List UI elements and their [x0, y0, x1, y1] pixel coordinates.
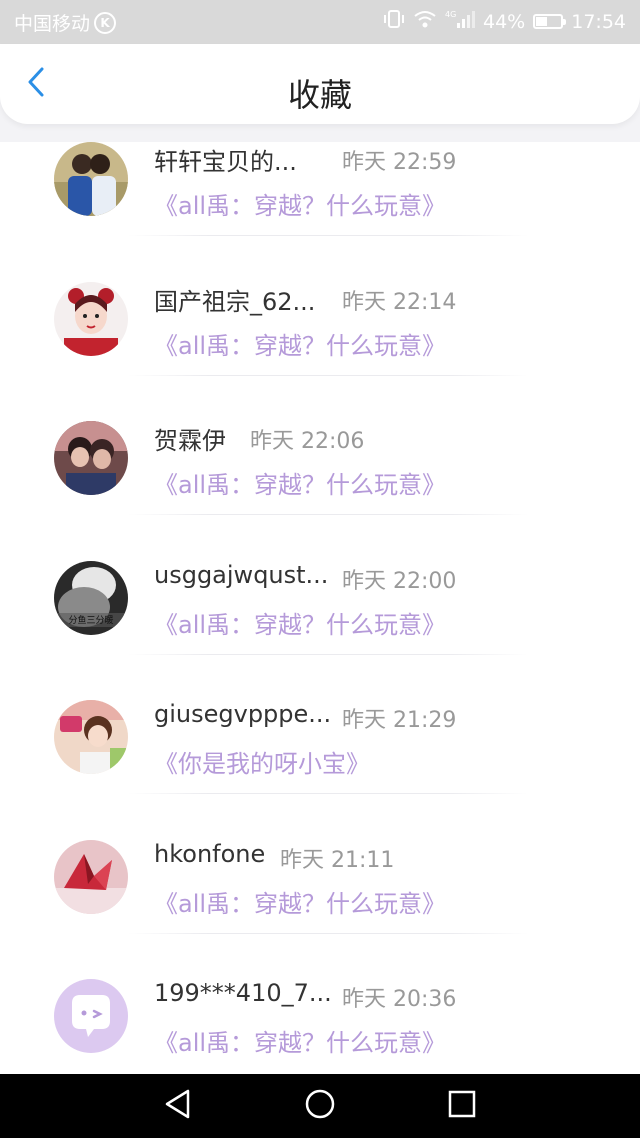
carrier-name: 中国移动 [14, 13, 91, 35]
header-card: 收藏 [0, 44, 640, 124]
signal-icon: 4G [445, 9, 475, 34]
avatar[interactable] [54, 281, 128, 356]
favorite-time: 昨天 21:29 [342, 708, 457, 733]
avatar-caption: 分鱼三分暖 [68, 614, 113, 626]
story-title[interactable]: 《all禹：穿越？什么玩意》 [154, 186, 446, 221]
vibrate-icon [383, 9, 405, 34]
list-item[interactable]: 分鱼三分暖 usggajwqust... 昨天 22:00 《all禹：穿越？什… [0, 560, 640, 701]
nav-recent-button[interactable] [446, 1090, 478, 1122]
avatar[interactable] [54, 839, 128, 914]
nav-back-button[interactable] [162, 1089, 194, 1123]
list-item[interactable]: 轩轩宝贝的... 昨天 22:59 《all禹：穿越？什么玩意》 [0, 142, 640, 282]
user-name: hkonfone [154, 839, 266, 868]
battery-percent: 44% [483, 10, 526, 33]
status-bar-right: 4G 44% 17:54 [383, 9, 626, 34]
avatar[interactable] [54, 979, 128, 1053]
status-time: 17:54 [571, 10, 626, 33]
nav-home-button[interactable] [304, 1088, 336, 1124]
user-name: usggajwqust... [154, 560, 329, 589]
avatar[interactable]: 分鱼三分暖 [54, 560, 128, 635]
divider [128, 514, 528, 515]
page-title: 收藏 [287, 76, 352, 114]
user-name: giusegvpppe... [154, 700, 332, 728]
network-type-label: 4G [445, 10, 456, 19]
user-name: 199***410_7... [154, 979, 332, 1007]
system-nav-bar [0, 1074, 640, 1138]
divider [128, 235, 528, 236]
battery-icon [533, 14, 567, 29]
user-name: 贺霖伊 [154, 427, 226, 455]
divider [128, 653, 528, 655]
triangle-back-icon [164, 1089, 192, 1123]
story-title[interactable]: 《你是我的呀小宝》 [154, 744, 370, 779]
favorite-time: 昨天 21:11 [280, 847, 395, 873]
user-name: 轩轩宝贝的... [154, 148, 297, 176]
story-title[interactable]: 《all禹：穿越？什么玩意》 [154, 1023, 446, 1058]
story-title[interactable]: 《all禹：穿越？什么玩意》 [154, 326, 446, 361]
list-item[interactable]: 贺霖伊 昨天 22:06 《all禹：穿越？什么玩意》 [0, 421, 640, 561]
list-item[interactable]: 199***410_7... 昨天 20:36 《all禹：穿越？什么玩意》 [0, 979, 640, 1074]
list-item[interactable]: giusegvpppe... 昨天 21:29 《你是我的呀小宝》 [0, 700, 640, 840]
favorite-time: 昨天 22:14 [342, 289, 457, 315]
avatar[interactable] [54, 421, 128, 495]
status-bar: 中国移动 K 4G 44% 17:54 [0, 0, 640, 44]
circle-home-icon [304, 1088, 336, 1124]
status-bar-left: 中国移动 K [14, 9, 117, 36]
divider [128, 793, 528, 794]
header: 收藏 [0, 44, 640, 142]
avatar[interactable] [54, 142, 128, 216]
favorite-time: 昨天 22:59 [342, 150, 457, 175]
favorite-time: 昨天 22:06 [250, 429, 365, 454]
carrier-badge: K [94, 11, 117, 34]
divider [128, 374, 528, 376]
list-item[interactable]: hkonfone 昨天 21:11 《all禹：穿越？什么玩意》 [0, 839, 640, 980]
favorites-list: 轩轩宝贝的... 昨天 22:59 《all禹：穿越？什么玩意》 国产祖宗_62… [0, 142, 640, 1074]
divider [128, 932, 528, 934]
list-item[interactable]: 国产祖宗_62... 昨天 22:14 《all禹：穿越？什么玩意》 [0, 281, 640, 422]
story-title[interactable]: 《all禹：穿越？什么玩意》 [154, 605, 446, 640]
user-name: 国产祖宗_62... [154, 287, 316, 316]
square-recent-icon [447, 1089, 477, 1123]
favorite-time: 昨天 22:00 [342, 568, 457, 594]
favorite-time: 昨天 20:36 [342, 987, 457, 1012]
avatar[interactable] [54, 700, 128, 774]
battery-level [536, 17, 548, 26]
wifi-icon [413, 10, 437, 33]
story-title[interactable]: 《all禹：穿越？什么玩意》 [154, 884, 446, 919]
story-title[interactable]: 《all禹：穿越？什么玩意》 [154, 465, 446, 500]
